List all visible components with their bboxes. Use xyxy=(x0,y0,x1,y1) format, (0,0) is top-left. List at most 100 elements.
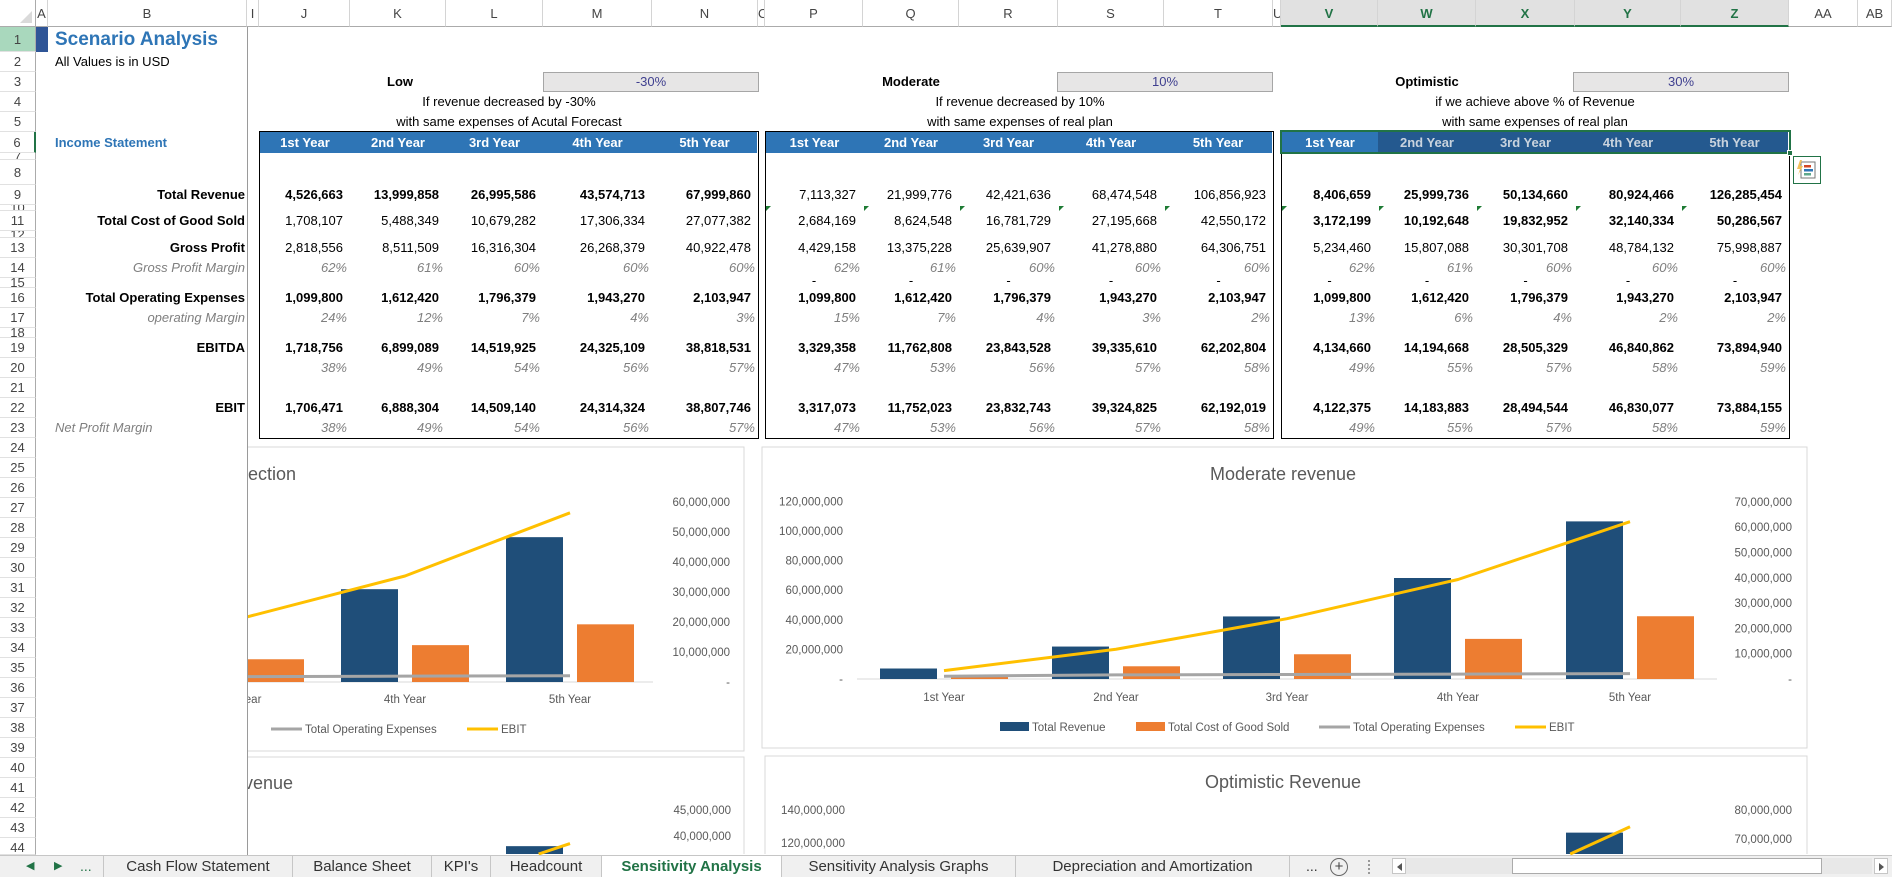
right-axis-tick-label: 20,000,000 xyxy=(672,617,730,629)
row-header-27[interactable]: 27 xyxy=(0,498,36,518)
column-header-s[interactable]: S xyxy=(1058,0,1164,27)
column-header-p[interactable]: P xyxy=(765,0,863,27)
tab-more-right[interactable]: ... xyxy=(1306,856,1318,877)
sheet-title[interactable]: Scenario Analysis xyxy=(55,27,218,52)
row-header-31[interactable]: 31 xyxy=(0,578,36,598)
row-header-32[interactable]: 32 xyxy=(0,598,36,618)
split-handle-icon[interactable] xyxy=(1368,860,1370,874)
sheet-tab-sensitivity-analysis[interactable]: Sensitivity Analysis xyxy=(602,856,782,877)
row-header-37[interactable]: 37 xyxy=(0,698,36,718)
column-header-k[interactable]: K xyxy=(350,0,446,27)
row-header-41[interactable]: 41 xyxy=(0,778,36,798)
column-header-o[interactable]: O xyxy=(758,0,765,27)
category-label: 4th Year xyxy=(384,694,426,706)
column-header-w[interactable]: W xyxy=(1378,0,1476,27)
column-header-b[interactable]: B xyxy=(48,0,247,27)
row-header-43[interactable]: 43 xyxy=(0,818,36,838)
select-all-triangle-icon xyxy=(20,11,32,23)
column-header-r[interactable]: R xyxy=(959,0,1058,27)
column-header-q[interactable]: Q xyxy=(863,0,959,27)
row-header-16[interactable]: 16 xyxy=(0,288,36,308)
row-header-36[interactable]: 36 xyxy=(0,678,36,698)
row-label: EBITDA xyxy=(196,340,245,355)
h-scroll-left-icon[interactable] xyxy=(1392,858,1406,874)
row-header-25[interactable]: 25 xyxy=(0,458,36,478)
scrollbar-thumb[interactable] xyxy=(1512,858,1822,874)
row-header-39[interactable]: 39 xyxy=(0,738,36,758)
column-header-m[interactable]: M xyxy=(543,0,652,27)
h-scroll-right-icon[interactable] xyxy=(1874,858,1888,874)
row-header-34[interactable]: 34 xyxy=(0,638,36,658)
row-header-11[interactable]: 11 xyxy=(0,211,36,231)
row-header-35[interactable]: 35 xyxy=(0,658,36,678)
row-header-20[interactable]: 20 xyxy=(0,358,36,378)
row-header-21[interactable]: 21 xyxy=(0,378,36,398)
row-header-44[interactable]: 44 xyxy=(0,838,36,855)
sheet-tab-depreciation-and-amortization[interactable]: Depreciation and Amortization xyxy=(1016,856,1290,877)
legend-label: EBIT xyxy=(501,724,527,736)
row-header-8[interactable]: 8 xyxy=(0,160,36,185)
row-header-22[interactable]: 22 xyxy=(0,398,36,418)
row-label: Total Operating Expenses xyxy=(85,290,245,305)
sheet-tab-balance-sheet[interactable]: Balance Sheet xyxy=(293,856,432,877)
column-header-z[interactable]: Z xyxy=(1681,0,1789,27)
row-header-1[interactable]: 1 xyxy=(0,27,36,52)
row-header-29[interactable]: 29 xyxy=(0,538,36,558)
column-header-a[interactable]: A xyxy=(36,0,48,27)
row-header-24[interactable]: 24 xyxy=(0,438,36,458)
row-header-40[interactable]: 40 xyxy=(0,758,36,778)
column-header-y[interactable]: Y xyxy=(1575,0,1681,27)
right-axis-tick-label: 50,000,000 xyxy=(1734,548,1792,560)
row-header-30[interactable]: 30 xyxy=(0,558,36,578)
horizontal-scrollbar[interactable] xyxy=(1406,858,1872,874)
add-sheet-button[interactable]: + xyxy=(1330,858,1348,876)
select-all-corner[interactable] xyxy=(0,0,36,27)
row-header-13[interactable]: 13 xyxy=(0,238,36,258)
row-header-19[interactable]: 19 xyxy=(0,338,36,358)
column-header-v[interactable]: V xyxy=(1281,0,1378,27)
sheet-tab-kpi-s[interactable]: KPI's xyxy=(432,856,491,877)
sheet-tab-headcount[interactable]: Headcount xyxy=(491,856,602,877)
column-header-n[interactable]: N xyxy=(652,0,758,27)
column-header-aa[interactable]: AA xyxy=(1789,0,1858,27)
tab-scroll-prev-icon[interactable]: ◀ xyxy=(26,856,34,877)
row-header-9[interactable]: 9 xyxy=(0,185,36,205)
row-header-28[interactable]: 28 xyxy=(0,518,36,538)
row-header-33[interactable]: 33 xyxy=(0,618,36,638)
legend-swatch xyxy=(1000,722,1029,731)
right-axis-tick-label: 20,000,000 xyxy=(1734,623,1792,635)
sheet-tab-cash-flow-statement[interactable]: Cash Flow Statement xyxy=(103,856,293,877)
row-header-15[interactable]: 15 xyxy=(0,278,36,288)
row-header-26[interactable]: 26 xyxy=(0,478,36,498)
row-header-5[interactable]: 5 xyxy=(0,112,36,132)
row-header-17[interactable]: 17 xyxy=(0,308,36,328)
column-header-i[interactable]: I xyxy=(247,0,259,27)
left-axis-tick-label: 140,000,000 xyxy=(781,805,845,817)
tab-scroll-next-icon[interactable]: ▶ xyxy=(54,856,62,877)
right-axis-tick-label: 10,000,000 xyxy=(672,647,730,659)
row-header-7[interactable]: 7 xyxy=(0,153,36,160)
right-axis-tick-label: 70,000,000 xyxy=(1734,497,1792,509)
right-axis-tick-label: - xyxy=(726,677,730,689)
row-header-18[interactable]: 18 xyxy=(0,328,36,338)
sheet-tab-sensitivity-analysis-graphs[interactable]: Sensitivity Analysis Graphs xyxy=(782,856,1016,877)
row-header-23[interactable]: 23 xyxy=(0,418,36,438)
tab-more-left[interactable]: ... xyxy=(80,856,92,877)
row-header-3[interactable]: 3 xyxy=(0,72,36,92)
column-header-x[interactable]: X xyxy=(1476,0,1575,27)
row-header-2[interactable]: 2 xyxy=(0,52,36,72)
column-header-l[interactable]: L xyxy=(446,0,543,27)
income-statement-label[interactable]: Income Statement xyxy=(55,132,167,153)
row-header-6[interactable]: 6 xyxy=(0,132,36,153)
row-header-12[interactable]: 12 xyxy=(0,231,36,238)
row-header-38[interactable]: 38 xyxy=(0,718,36,738)
column-header-j[interactable]: J xyxy=(259,0,350,27)
column-header-ab[interactable]: AB xyxy=(1858,0,1892,27)
row-header-14[interactable]: 14 xyxy=(0,258,36,278)
row-header-4[interactable]: 4 xyxy=(0,92,36,112)
row-header-42[interactable]: 42 xyxy=(0,798,36,818)
column-header-t[interactable]: T xyxy=(1164,0,1273,27)
column-header-u[interactable]: U xyxy=(1273,0,1281,27)
legend-swatch xyxy=(1136,722,1165,731)
currency-note[interactable]: All Values is in USD xyxy=(55,52,170,72)
